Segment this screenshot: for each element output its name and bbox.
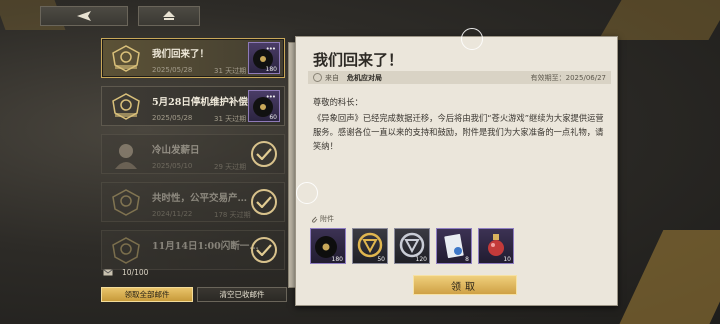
check-icon	[251, 189, 277, 215]
mail-detail-title: 我们回来了！	[313, 51, 404, 69]
reward-thumbnail: ••• 180	[248, 42, 280, 74]
more-icon: •••	[265, 45, 276, 53]
mail-title: 冷山发薪日	[152, 145, 200, 156]
mail-count-text: 10/100	[122, 268, 149, 277]
mail-envelope-icon	[103, 269, 113, 276]
mail-title: 我们回来了！	[152, 49, 210, 60]
attachment-item[interactable]: 50	[352, 228, 388, 264]
attachment-item[interactable]: 180	[310, 228, 346, 264]
mail-date: 2025/05/28	[152, 66, 193, 74]
mail-meta-bar: 来自 危机应对局 有效期至：2025/06/27	[308, 71, 611, 84]
mail-expiry: 31 天过期	[214, 67, 247, 75]
mail-greeting: 尊敬的科长：	[313, 97, 363, 107]
mail-title: 共时性，公平交易产…	[152, 193, 248, 204]
mail-date: 2025/05/28	[152, 114, 193, 122]
check-icon	[251, 237, 277, 263]
more-icon: •••	[265, 93, 276, 101]
mail-date: 2025/05/10	[152, 162, 193, 170]
check-icon	[251, 141, 277, 167]
attachment-item[interactable]: 10	[478, 228, 514, 264]
mail-detail-panel: 我们回来了！ 来自 危机应对局 有效期至：2025/06/27 尊敬的科长： 《…	[295, 36, 618, 306]
mail-date: 2024/11/22	[152, 210, 193, 218]
mail-list[interactable]: 我们回来了！ 2025/05/28 31 天过期 ••• 180 5月28日停机…	[97, 34, 289, 282]
valid-until: 有效期至：2025/06/27	[530, 73, 606, 82]
attachment-qty: 180	[331, 256, 343, 263]
paperclip-icon	[312, 216, 318, 223]
touch-indicator-icon	[296, 182, 318, 204]
attachment-qty: 10	[503, 256, 511, 263]
reward-quantity: 60	[269, 114, 277, 121]
agency-emblem-icon	[106, 89, 146, 123]
back-button[interactable]	[40, 6, 128, 26]
sender-icon	[313, 73, 322, 82]
agency-emblem-icon	[106, 233, 146, 267]
touch-indicator-icon	[461, 28, 483, 50]
mail-title: 11月14日1:00闪断一…	[152, 241, 259, 252]
mail-body: 尊敬的科长： 《异象回声》已经完成数据迁移，今后将由我们“苍火游戏”继续为大家提…	[313, 95, 609, 153]
attachment-item[interactable]: 120	[394, 228, 430, 264]
home-icon	[163, 11, 175, 20]
attachment-qty: 8	[465, 256, 469, 263]
agency-emblem-icon	[106, 41, 146, 75]
mail-item[interactable]: 我们回来了！ 2025/05/28 31 天过期 ••• 180	[101, 38, 285, 78]
back-arrow-icon	[77, 11, 91, 21]
home-button[interactable]	[138, 6, 200, 26]
claim-all-button[interactable]: 领取全部邮件	[101, 287, 193, 302]
attachments-label: 附件	[320, 215, 334, 223]
attachment-qty: 120	[415, 256, 427, 263]
mail-body-text: 《异象回声》已经完成数据迁移，今后将由我们“苍火游戏”继续为大家提供运营服务。感…	[313, 113, 604, 151]
attachment-item[interactable]: 8	[436, 228, 472, 264]
agency-emblem-icon	[106, 185, 146, 219]
mail-expiry: 29 天过期	[214, 163, 247, 171]
sender-name: 危机应对局	[347, 73, 382, 82]
clear-read-button[interactable]: 清空已收邮件	[197, 287, 287, 302]
mail-expiry: 178 天过期	[214, 211, 251, 219]
reward-quantity: 180	[265, 66, 277, 73]
mail-item[interactable]: 5月28日停机维护补偿 2025/05/28 31 天过期 ••• 60	[101, 86, 285, 126]
mail-expiry: 31 天过期	[214, 115, 247, 123]
receive-button[interactable]: 领取	[413, 275, 517, 295]
attachment-qty: 50	[377, 256, 385, 263]
mail-title: 5月28日停机维护补偿	[152, 97, 248, 108]
from-label: 来自	[325, 73, 339, 82]
attachments-header: 附件	[311, 214, 334, 224]
character-portrait-icon	[106, 137, 146, 171]
reward-thumbnail: ••• 60	[248, 90, 280, 122]
mail-count: 10/100	[103, 268, 148, 277]
attachments-row: 180 50 120 8 10	[310, 228, 514, 264]
background-shard	[598, 0, 720, 40]
